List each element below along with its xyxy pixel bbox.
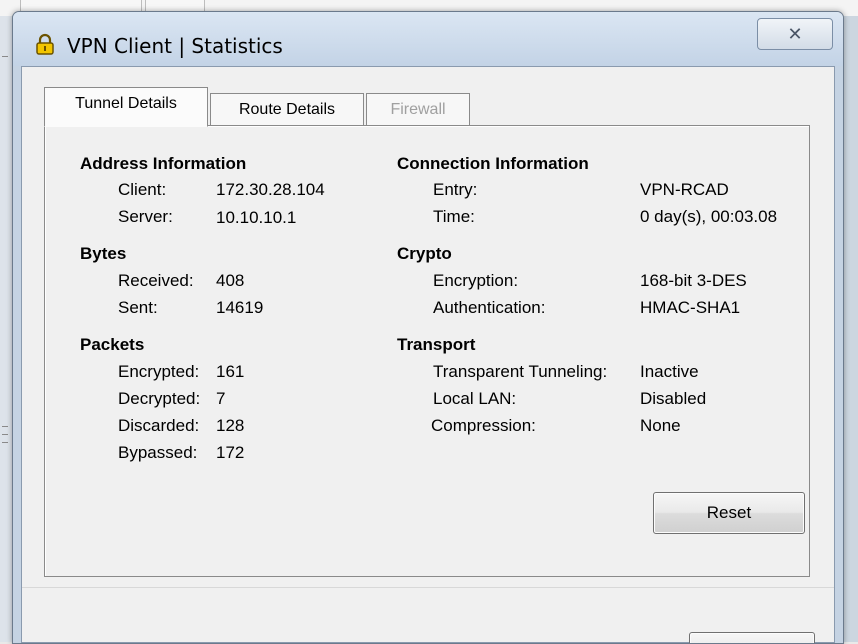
server-label: Server: <box>118 207 173 226</box>
compression-label: Compression: <box>431 416 536 435</box>
sent-value: 14619 <box>216 298 264 317</box>
bypassed-value: 172 <box>216 443 245 462</box>
client-value: 172.30.28.104 <box>216 180 325 199</box>
address-information-heading: Address Information <box>80 154 247 173</box>
statistics-dialog: VPN Client | Statistics ✕ Tunnel Details… <box>12 11 844 644</box>
tunnel-details-panel: Address Information Client: 172.30.28.10… <box>44 125 810 577</box>
entry-value: VPN-RCAD <box>640 180 729 199</box>
background-app-edge <box>0 16 12 642</box>
bypassed-label: Bypassed: <box>118 443 198 462</box>
bytes-heading: Bytes <box>80 244 127 263</box>
packets-heading: Packets <box>80 335 145 354</box>
close-window-button[interactable]: ✕ <box>757 18 833 50</box>
decrypted-value: 7 <box>216 389 226 408</box>
decrypted-label: Decrypted: <box>118 389 201 408</box>
client-label: Client: <box>118 180 167 199</box>
tab-label: Firewall <box>390 101 446 118</box>
crypto-heading: Crypto <box>397 244 452 263</box>
discarded-value: 128 <box>216 416 245 435</box>
server-value: 10.10.10.1 <box>216 208 297 227</box>
time-label: Time: <box>433 207 475 226</box>
title-bar[interactable]: VPN Client | Statistics ✕ <box>13 12 843 66</box>
padlock-icon <box>35 33 55 55</box>
encryption-value: 168-bit 3-DES <box>640 271 747 290</box>
received-label: Received: <box>118 271 194 290</box>
discarded-label: Discarded: <box>118 416 200 435</box>
encrypted-value: 161 <box>216 362 245 381</box>
authentication-label: Authentication: <box>433 298 546 317</box>
dialog-button-bar: Close <box>22 587 834 643</box>
transport-heading: Transport <box>397 335 476 354</box>
connection-information-heading: Connection Information <box>397 154 589 173</box>
encryption-label: Encryption: <box>433 271 519 290</box>
tab-tunnel-details[interactable]: Tunnel Details <box>44 87 208 127</box>
close-icon: ✕ <box>787 24 803 44</box>
compression-value: None <box>640 416 681 435</box>
tab-route-details[interactable]: Route Details <box>210 93 364 127</box>
time-value: 0 day(s), 00:03.08 <box>640 207 778 226</box>
dialog-client-area: Tunnel Details Route Details Firewall Ad… <box>21 66 835 643</box>
background-app-edge-right <box>842 16 858 642</box>
local-lan-label: Local LAN: <box>433 389 517 408</box>
transparent-tunneling-label: Transparent Tunneling: <box>433 362 608 381</box>
close-button[interactable]: Close <box>689 632 815 643</box>
transparent-tunneling-value: Inactive <box>640 362 699 381</box>
tab-label: Route Details <box>238 101 336 118</box>
local-lan-value: Disabled <box>640 389 707 408</box>
received-value: 408 <box>216 271 245 290</box>
sent-label: Sent: <box>118 298 158 317</box>
window-title: VPN Client | Statistics <box>67 34 283 58</box>
tab-firewall[interactable]: Firewall <box>366 93 470 127</box>
entry-label: Entry: <box>433 180 478 199</box>
tab-label: Tunnel Details <box>75 95 177 112</box>
reset-button[interactable]: Reset <box>653 492 805 534</box>
authentication-value: HMAC-SHA1 <box>640 298 741 317</box>
encrypted-label: Encrypted: <box>118 362 200 381</box>
